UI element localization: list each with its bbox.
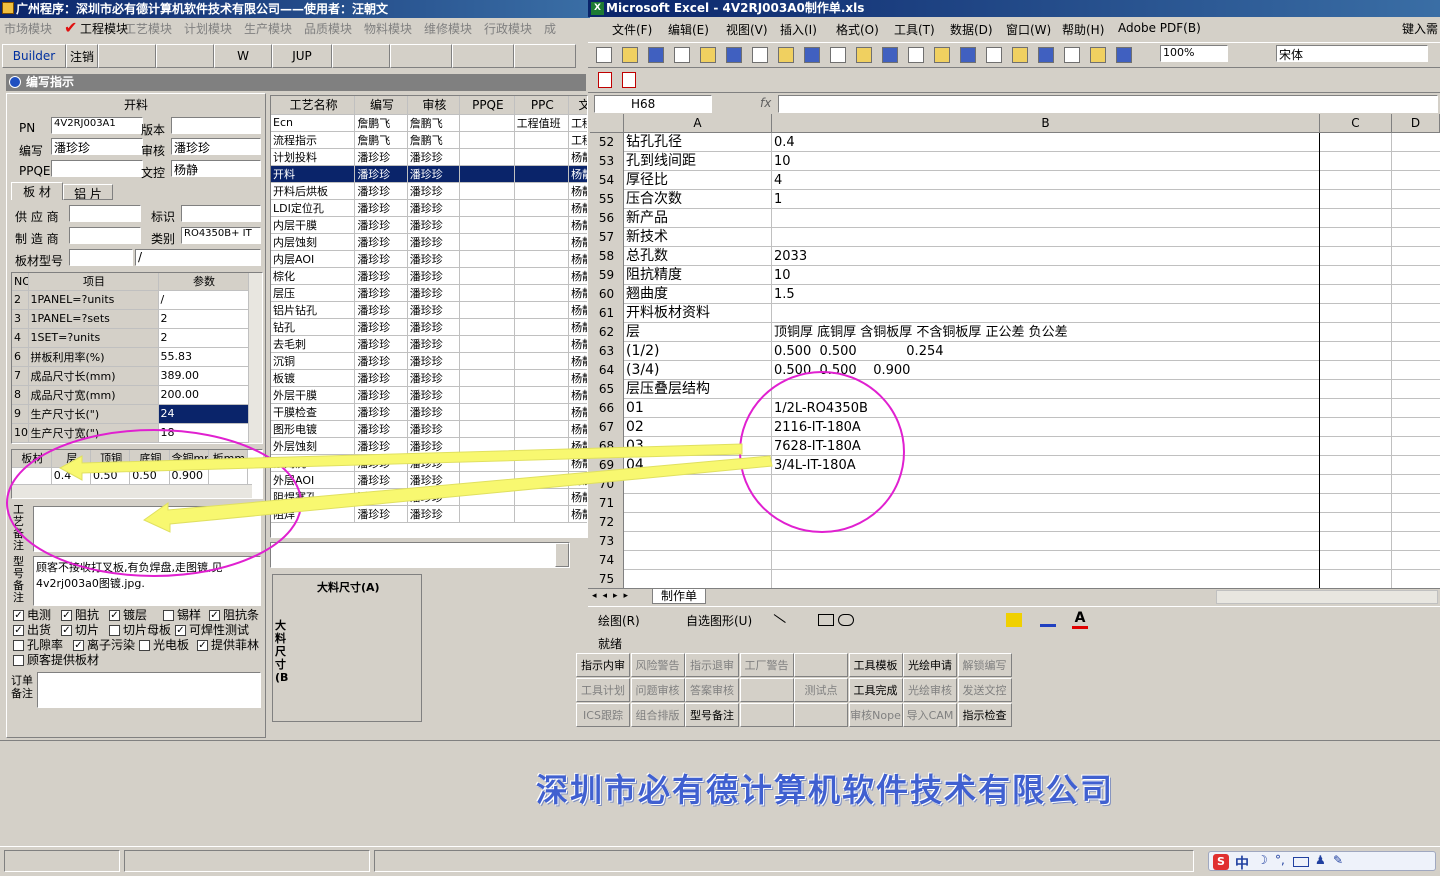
- highlight-ellipse-right: [739, 371, 905, 533]
- annotation-overlay: [6, 371, 905, 577]
